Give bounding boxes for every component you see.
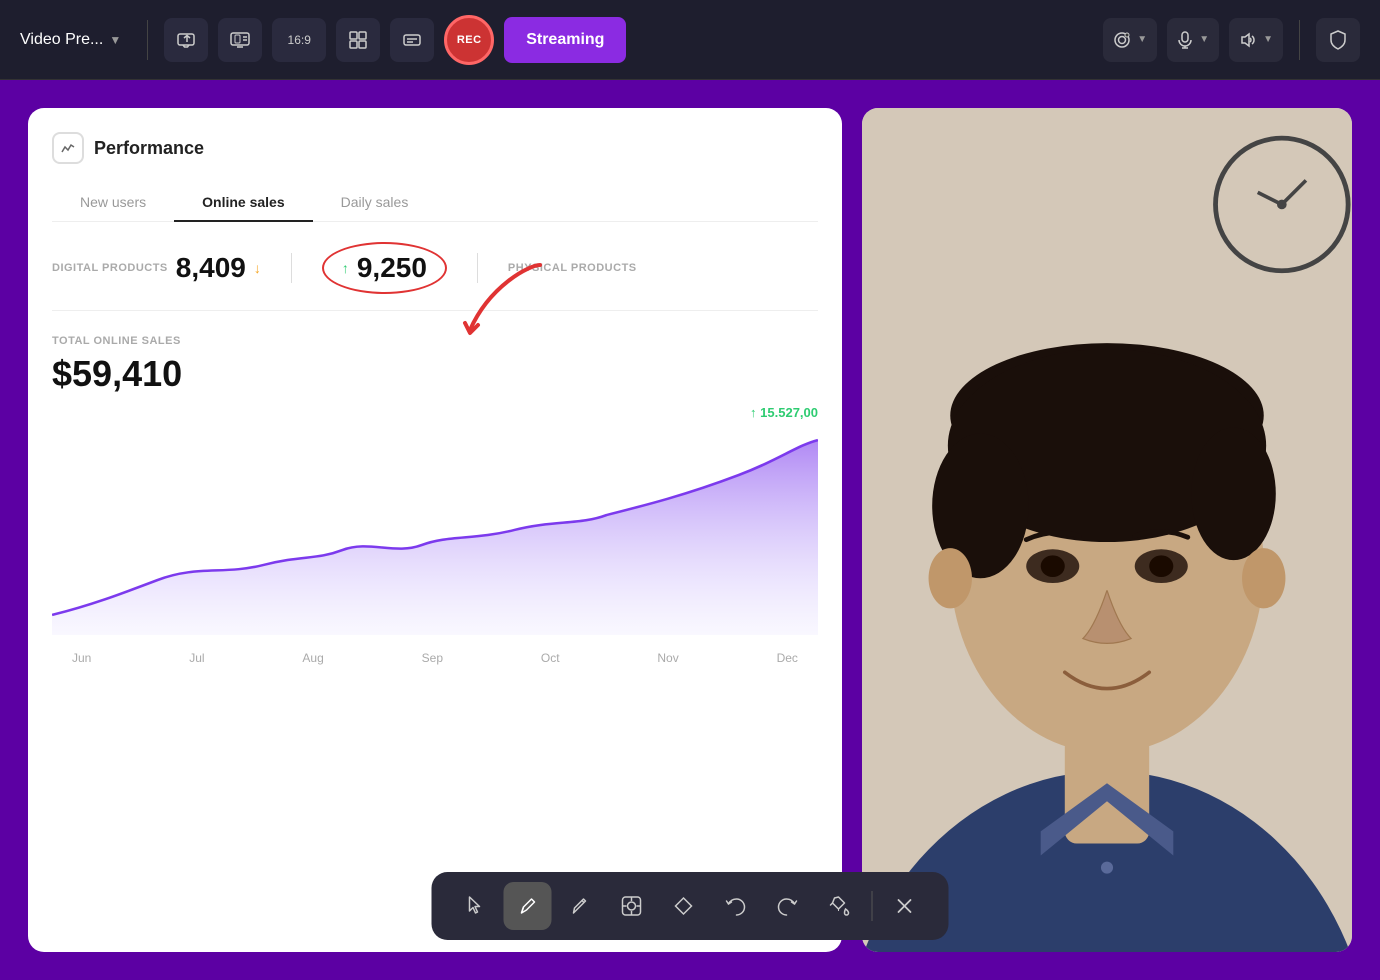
physical-products-metric: PHYSICAL PRODUCTS <box>508 262 637 274</box>
camera-control[interactable]: ▼ <box>1103 18 1157 62</box>
cursor-icon <box>466 895 486 917</box>
pen-icon <box>518 895 538 917</box>
physical-label: PHYSICAL PRODUCTS <box>508 262 637 274</box>
line-chart <box>52 435 818 635</box>
shield-icon <box>1327 29 1349 51</box>
streaming-label: Streaming <box>526 31 604 48</box>
panel-icon <box>52 132 84 164</box>
top-toolbar: Video Pre... ▼ 16:9 <box>0 0 1380 80</box>
title-group[interactable]: Video Pre... ▼ <box>20 31 121 49</box>
person-video <box>862 108 1352 952</box>
mic-control[interactable]: ▼ <box>1167 18 1219 62</box>
grid-icon <box>348 30 368 50</box>
dashboard-panel: Performance New users Online sales Daily… <box>28 108 842 952</box>
diamond-icon <box>674 896 694 916</box>
bottom-divider <box>872 891 873 921</box>
caption-button[interactable] <box>390 18 434 62</box>
speaker-icon <box>1239 31 1257 49</box>
pencil-tool-button[interactable] <box>556 882 604 930</box>
digital-products-metric: DIGITAL PRODUCTS 8,409 ↓ <box>52 252 261 284</box>
tab-new-users[interactable]: New users <box>52 184 174 222</box>
digital-label: DIGITAL PRODUCTS <box>52 262 168 274</box>
total-label: TOTAL ONLINE SALES <box>52 335 818 347</box>
chart-legend: ↑ 15.527,00 <box>750 405 818 420</box>
pencil-icon <box>570 895 590 917</box>
redo-button[interactable] <box>764 882 812 930</box>
chart-area <box>52 435 818 635</box>
camera-icon <box>1113 31 1131 49</box>
caption-icon <box>402 30 422 50</box>
close-icon <box>895 896 915 916</box>
tab-online-sales[interactable]: Online sales <box>174 184 312 222</box>
title-text: Video Pre... <box>20 31 103 49</box>
chart-icon <box>60 140 76 156</box>
metrics-row: DIGITAL PRODUCTS 8,409 ↓ ↑ 9,250 PHYSICA… <box>52 242 818 311</box>
divider-1 <box>147 20 148 60</box>
x-axis-labels: Jun Jul Aug Sep Oct Nov Dec <box>52 651 818 665</box>
pen-tool-button[interactable] <box>504 882 552 930</box>
chart-container: ↑ 15.527,00 Jun Jul <box>52 405 818 665</box>
speaker-chevron: ▼ <box>1263 34 1273 45</box>
digital-arrow: ↓ <box>254 260 261 276</box>
camera-chevron: ▼ <box>1137 34 1147 45</box>
total-value: $59,410 <box>52 353 818 395</box>
digital-value: 8,409 <box>176 252 246 284</box>
rec-button[interactable]: REC <box>444 15 494 65</box>
shield-button[interactable] <box>1316 18 1360 62</box>
monitor-button[interactable] <box>218 18 262 62</box>
streaming-button[interactable]: Streaming <box>504 17 626 63</box>
divider-2 <box>1299 20 1300 60</box>
close-toolbar-button[interactable] <box>881 882 929 930</box>
diamond-tool-button[interactable] <box>660 882 708 930</box>
fill-icon <box>829 895 851 917</box>
highlighted-value: 9,250 <box>357 252 427 284</box>
mic-chevron: ▼ <box>1199 34 1209 45</box>
screen-share-button[interactable] <box>164 18 208 62</box>
grid-button[interactable] <box>336 18 380 62</box>
tab-daily-sales[interactable]: Daily sales <box>313 184 437 222</box>
undo-icon <box>725 896 747 916</box>
monitor-icon <box>230 30 250 50</box>
cursor-tool-button[interactable] <box>452 882 500 930</box>
highlighted-arrow: ↑ <box>342 260 349 276</box>
capture-icon <box>621 895 643 917</box>
panel-title: Performance <box>94 138 204 159</box>
aspect-ratio-label: 16:9 <box>288 33 311 47</box>
tabs-row: New users Online sales Daily sales <box>52 184 818 222</box>
bottom-toolbar <box>432 872 949 940</box>
metric-divider-2 <box>477 253 478 283</box>
aspect-ratio-button[interactable]: 16:9 <box>272 18 326 62</box>
mic-icon <box>1177 31 1193 49</box>
fill-tool-button[interactable] <box>816 882 864 930</box>
total-sales-section: TOTAL ONLINE SALES $59,410 <box>52 335 818 395</box>
speaker-control[interactable]: ▼ <box>1229 18 1283 62</box>
main-area: Performance New users Online sales Daily… <box>0 80 1380 980</box>
screen-share-icon <box>176 30 196 50</box>
video-panel <box>862 108 1352 952</box>
undo-button[interactable] <box>712 882 760 930</box>
panel-header: Performance <box>52 132 818 164</box>
redo-icon <box>777 896 799 916</box>
title-chevron: ▼ <box>109 33 121 47</box>
metric-divider <box>291 253 292 283</box>
capture-tool-button[interactable] <box>608 882 656 930</box>
rec-label: REC <box>457 34 482 46</box>
highlighted-metric: ↑ 9,250 <box>322 242 447 294</box>
chart-fill <box>52 440 818 635</box>
